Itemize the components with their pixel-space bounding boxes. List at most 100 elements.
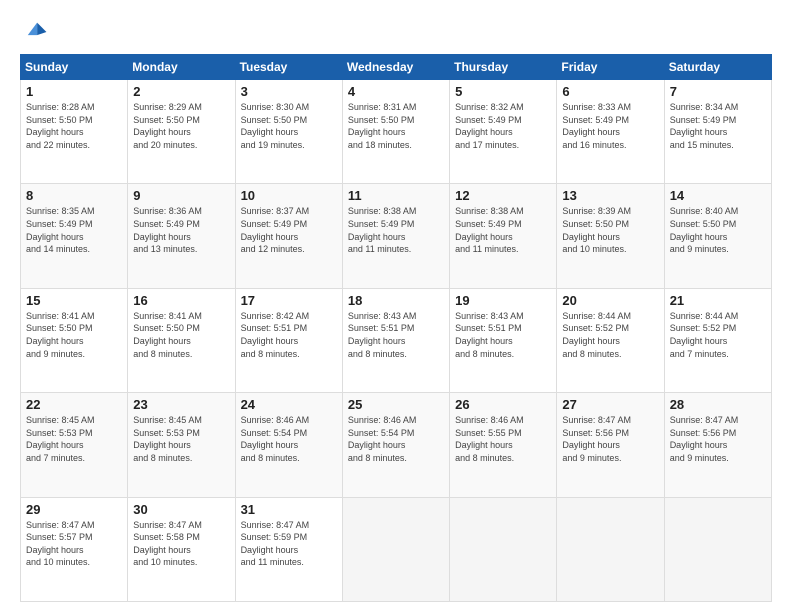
calendar-cell: 28 Sunrise: 8:47 AM Sunset: 5:56 PM Dayl…	[664, 393, 771, 497]
day-number: 25	[348, 397, 444, 412]
calendar-cell: 25 Sunrise: 8:46 AM Sunset: 5:54 PM Dayl…	[342, 393, 449, 497]
day-number: 21	[670, 293, 766, 308]
calendar-cell: 5 Sunrise: 8:32 AM Sunset: 5:49 PM Dayli…	[450, 80, 557, 184]
calendar-cell: 12 Sunrise: 8:38 AM Sunset: 5:49 PM Dayl…	[450, 184, 557, 288]
day-number: 20	[562, 293, 658, 308]
day-info: Sunrise: 8:41 AM Sunset: 5:50 PM Dayligh…	[133, 310, 229, 360]
calendar-cell: 20 Sunrise: 8:44 AM Sunset: 5:52 PM Dayl…	[557, 288, 664, 392]
day-number: 13	[562, 188, 658, 203]
day-number: 10	[241, 188, 337, 203]
day-info: Sunrise: 8:45 AM Sunset: 5:53 PM Dayligh…	[133, 414, 229, 464]
weekday-header-row: SundayMondayTuesdayWednesdayThursdayFrid…	[21, 55, 772, 80]
calendar-cell	[557, 497, 664, 601]
calendar-cell: 23 Sunrise: 8:45 AM Sunset: 5:53 PM Dayl…	[128, 393, 235, 497]
weekday-header-thursday: Thursday	[450, 55, 557, 80]
day-number: 26	[455, 397, 551, 412]
day-number: 30	[133, 502, 229, 517]
calendar-cell: 14 Sunrise: 8:40 AM Sunset: 5:50 PM Dayl…	[664, 184, 771, 288]
weekday-header-sunday: Sunday	[21, 55, 128, 80]
day-info: Sunrise: 8:30 AM Sunset: 5:50 PM Dayligh…	[241, 101, 337, 151]
day-number: 17	[241, 293, 337, 308]
day-number: 18	[348, 293, 444, 308]
day-info: Sunrise: 8:47 AM Sunset: 5:58 PM Dayligh…	[133, 519, 229, 569]
day-info: Sunrise: 8:47 AM Sunset: 5:57 PM Dayligh…	[26, 519, 122, 569]
day-info: Sunrise: 8:38 AM Sunset: 5:49 PM Dayligh…	[348, 205, 444, 255]
calendar-cell: 29 Sunrise: 8:47 AM Sunset: 5:57 PM Dayl…	[21, 497, 128, 601]
day-info: Sunrise: 8:29 AM Sunset: 5:50 PM Dayligh…	[133, 101, 229, 151]
day-number: 19	[455, 293, 551, 308]
day-info: Sunrise: 8:45 AM Sunset: 5:53 PM Dayligh…	[26, 414, 122, 464]
week-row-1: 8 Sunrise: 8:35 AM Sunset: 5:49 PM Dayli…	[21, 184, 772, 288]
calendar-cell: 19 Sunrise: 8:43 AM Sunset: 5:51 PM Dayl…	[450, 288, 557, 392]
day-number: 12	[455, 188, 551, 203]
calendar-cell: 30 Sunrise: 8:47 AM Sunset: 5:58 PM Dayl…	[128, 497, 235, 601]
day-number: 15	[26, 293, 122, 308]
day-info: Sunrise: 8:34 AM Sunset: 5:49 PM Dayligh…	[670, 101, 766, 151]
calendar-cell: 18 Sunrise: 8:43 AM Sunset: 5:51 PM Dayl…	[342, 288, 449, 392]
day-info: Sunrise: 8:40 AM Sunset: 5:50 PM Dayligh…	[670, 205, 766, 255]
calendar-cell: 8 Sunrise: 8:35 AM Sunset: 5:49 PM Dayli…	[21, 184, 128, 288]
day-number: 1	[26, 84, 122, 99]
week-row-0: 1 Sunrise: 8:28 AM Sunset: 5:50 PM Dayli…	[21, 80, 772, 184]
day-info: Sunrise: 8:47 AM Sunset: 5:56 PM Dayligh…	[670, 414, 766, 464]
calendar-cell: 15 Sunrise: 8:41 AM Sunset: 5:50 PM Dayl…	[21, 288, 128, 392]
day-number: 16	[133, 293, 229, 308]
day-number: 24	[241, 397, 337, 412]
day-number: 28	[670, 397, 766, 412]
calendar-cell	[664, 497, 771, 601]
calendar-cell: 10 Sunrise: 8:37 AM Sunset: 5:49 PM Dayl…	[235, 184, 342, 288]
day-info: Sunrise: 8:36 AM Sunset: 5:49 PM Dayligh…	[133, 205, 229, 255]
calendar-cell: 17 Sunrise: 8:42 AM Sunset: 5:51 PM Dayl…	[235, 288, 342, 392]
calendar-cell: 22 Sunrise: 8:45 AM Sunset: 5:53 PM Dayl…	[21, 393, 128, 497]
weekday-header-wednesday: Wednesday	[342, 55, 449, 80]
day-info: Sunrise: 8:44 AM Sunset: 5:52 PM Dayligh…	[670, 310, 766, 360]
day-info: Sunrise: 8:44 AM Sunset: 5:52 PM Dayligh…	[562, 310, 658, 360]
day-number: 22	[26, 397, 122, 412]
calendar-cell: 21 Sunrise: 8:44 AM Sunset: 5:52 PM Dayl…	[664, 288, 771, 392]
day-info: Sunrise: 8:31 AM Sunset: 5:50 PM Dayligh…	[348, 101, 444, 151]
calendar-cell: 6 Sunrise: 8:33 AM Sunset: 5:49 PM Dayli…	[557, 80, 664, 184]
day-number: 31	[241, 502, 337, 517]
day-info: Sunrise: 8:47 AM Sunset: 5:56 PM Dayligh…	[562, 414, 658, 464]
page: SundayMondayTuesdayWednesdayThursdayFrid…	[0, 0, 792, 612]
day-number: 8	[26, 188, 122, 203]
calendar-cell: 24 Sunrise: 8:46 AM Sunset: 5:54 PM Dayl…	[235, 393, 342, 497]
day-info: Sunrise: 8:46 AM Sunset: 5:54 PM Dayligh…	[241, 414, 337, 464]
day-info: Sunrise: 8:28 AM Sunset: 5:50 PM Dayligh…	[26, 101, 122, 151]
day-info: Sunrise: 8:43 AM Sunset: 5:51 PM Dayligh…	[348, 310, 444, 360]
day-number: 3	[241, 84, 337, 99]
day-info: Sunrise: 8:43 AM Sunset: 5:51 PM Dayligh…	[455, 310, 551, 360]
calendar-cell: 3 Sunrise: 8:30 AM Sunset: 5:50 PM Dayli…	[235, 80, 342, 184]
day-number: 7	[670, 84, 766, 99]
calendar-table: SundayMondayTuesdayWednesdayThursdayFrid…	[20, 54, 772, 602]
calendar-cell: 2 Sunrise: 8:29 AM Sunset: 5:50 PM Dayli…	[128, 80, 235, 184]
day-info: Sunrise: 8:32 AM Sunset: 5:49 PM Dayligh…	[455, 101, 551, 151]
calendar-cell: 1 Sunrise: 8:28 AM Sunset: 5:50 PM Dayli…	[21, 80, 128, 184]
day-number: 14	[670, 188, 766, 203]
header	[20, 18, 772, 46]
calendar-cell: 7 Sunrise: 8:34 AM Sunset: 5:49 PM Dayli…	[664, 80, 771, 184]
weekday-header-tuesday: Tuesday	[235, 55, 342, 80]
calendar-cell: 4 Sunrise: 8:31 AM Sunset: 5:50 PM Dayli…	[342, 80, 449, 184]
calendar-cell: 9 Sunrise: 8:36 AM Sunset: 5:49 PM Dayli…	[128, 184, 235, 288]
week-row-4: 29 Sunrise: 8:47 AM Sunset: 5:57 PM Dayl…	[21, 497, 772, 601]
day-info: Sunrise: 8:39 AM Sunset: 5:50 PM Dayligh…	[562, 205, 658, 255]
day-info: Sunrise: 8:37 AM Sunset: 5:49 PM Dayligh…	[241, 205, 337, 255]
day-info: Sunrise: 8:47 AM Sunset: 5:59 PM Dayligh…	[241, 519, 337, 569]
day-number: 5	[455, 84, 551, 99]
day-info: Sunrise: 8:46 AM Sunset: 5:54 PM Dayligh…	[348, 414, 444, 464]
day-number: 23	[133, 397, 229, 412]
week-row-2: 15 Sunrise: 8:41 AM Sunset: 5:50 PM Dayl…	[21, 288, 772, 392]
calendar-cell: 13 Sunrise: 8:39 AM Sunset: 5:50 PM Dayl…	[557, 184, 664, 288]
calendar-cell: 27 Sunrise: 8:47 AM Sunset: 5:56 PM Dayl…	[557, 393, 664, 497]
calendar-cell: 26 Sunrise: 8:46 AM Sunset: 5:55 PM Dayl…	[450, 393, 557, 497]
calendar-cell: 31 Sunrise: 8:47 AM Sunset: 5:59 PM Dayl…	[235, 497, 342, 601]
day-number: 4	[348, 84, 444, 99]
day-info: Sunrise: 8:41 AM Sunset: 5:50 PM Dayligh…	[26, 310, 122, 360]
calendar-cell	[342, 497, 449, 601]
day-info: Sunrise: 8:46 AM Sunset: 5:55 PM Dayligh…	[455, 414, 551, 464]
weekday-header-saturday: Saturday	[664, 55, 771, 80]
calendar-cell: 16 Sunrise: 8:41 AM Sunset: 5:50 PM Dayl…	[128, 288, 235, 392]
day-number: 9	[133, 188, 229, 203]
calendar-cell: 11 Sunrise: 8:38 AM Sunset: 5:49 PM Dayl…	[342, 184, 449, 288]
